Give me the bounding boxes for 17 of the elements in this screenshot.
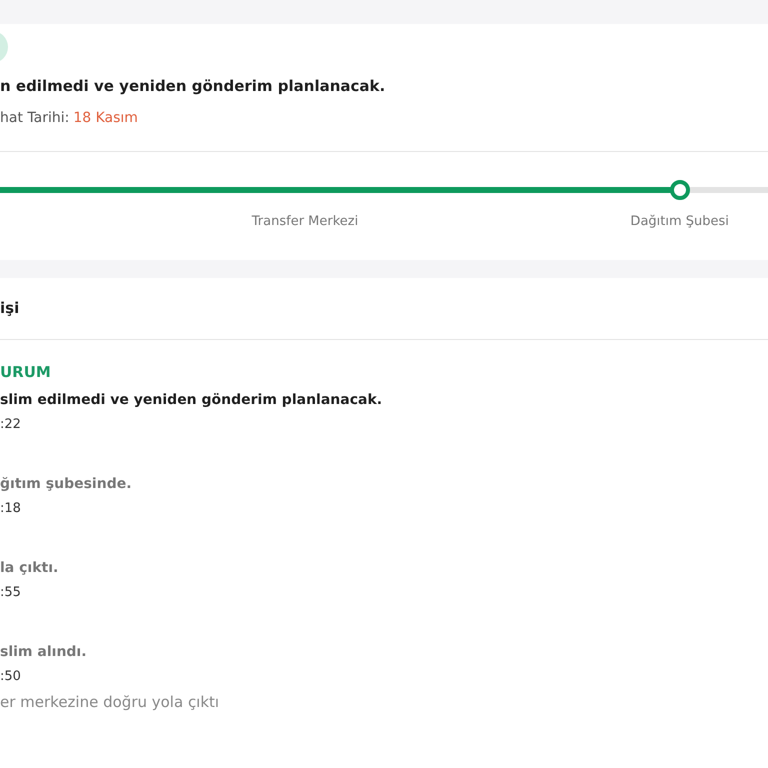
event-time: :55: [0, 584, 22, 602]
event-text: slim alındı.: [0, 643, 88, 662]
date-value: 18 Kasım: [73, 109, 138, 128]
progress-stop-label: Dağıtım Şubesi: [630, 213, 729, 231]
event-time: :18: [0, 500, 22, 518]
event-text: la çıktı.: [0, 559, 60, 578]
event-text: ğıtım şubesinde.: [0, 475, 133, 494]
status-message: n edilmedi ve yeniden gönderim planlanacak.: [0, 76, 386, 97]
event-time: :22: [0, 416, 22, 434]
status-label: URUM: [0, 362, 52, 383]
section-title: işi: [0, 298, 20, 320]
event-text: slim edilmedi ve yeniden gönderim planlanacak.: [0, 391, 384, 410]
progress-stop-label: Transfer Merkezi: [252, 213, 358, 231]
date-label: hat Tarihi:: [0, 109, 70, 128]
event-time: :50: [0, 668, 22, 686]
event-note: er merkezine doğru yola çıktı: [0, 692, 220, 713]
progress-marker: [670, 180, 690, 200]
